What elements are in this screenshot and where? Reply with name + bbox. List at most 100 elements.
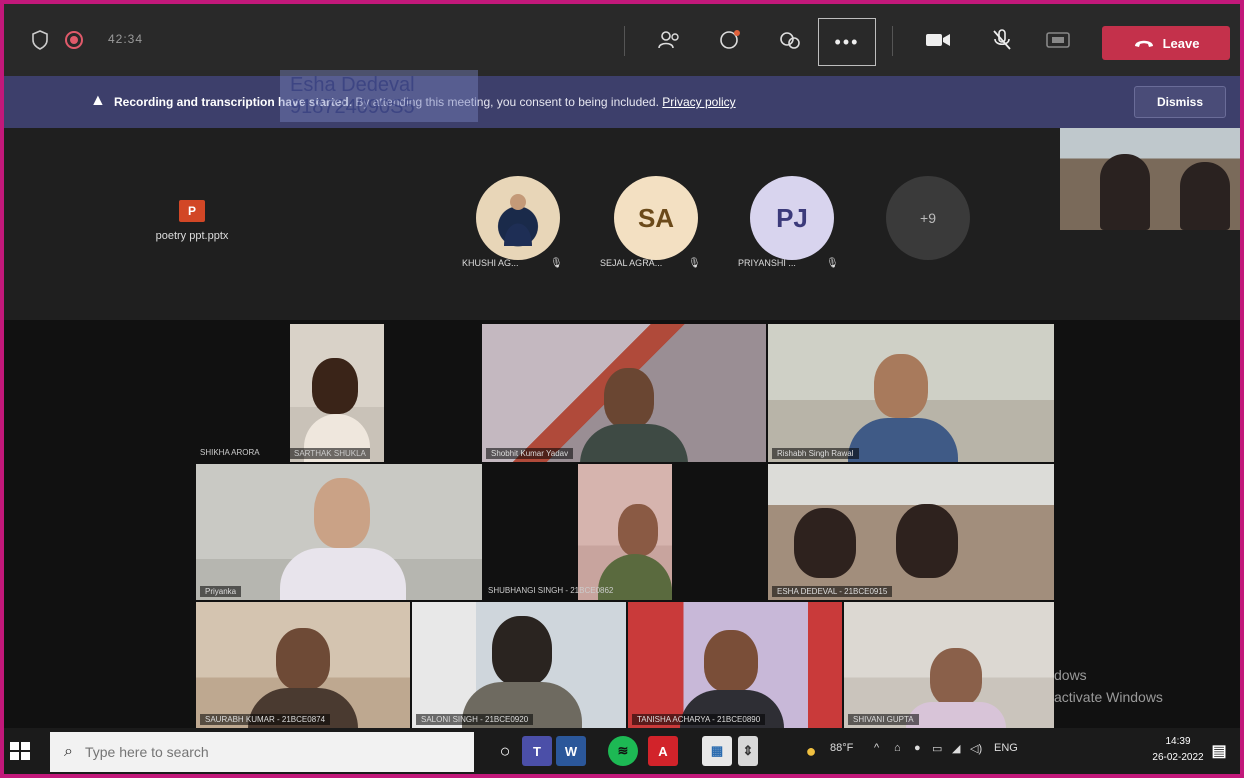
windows-start-icon[interactable] [10, 742, 30, 760]
video-tile[interactable] [290, 324, 384, 462]
battery-icon[interactable]: ▭ [932, 742, 942, 755]
warning-icon: ▲ [90, 92, 106, 109]
participant-figure [906, 702, 1006, 728]
video-tile[interactable]: TANISHA ACHARYA - 21BCE0890 [628, 602, 842, 728]
video-tile[interactable]: ESHA DEDEVAL - 21BCE0915 [768, 464, 1054, 600]
watermark-line-1: Esha Dedeval [290, 74, 415, 96]
toolbar-divider [624, 26, 625, 56]
video-tile[interactable]: Shobhit Kumar Yadav [482, 324, 766, 462]
powerpoint-icon: P [179, 200, 205, 222]
participant-name: PRIYANSHI ... [738, 258, 796, 268]
tile-name-label: Priyanka [200, 586, 242, 597]
scroll-arrows-icon[interactable]: ⇕ [738, 736, 758, 766]
watermark-line-1: dows [1054, 667, 1087, 683]
participant-figure [314, 478, 370, 548]
cortana-icon[interactable]: ○ [490, 736, 520, 766]
participant-figure [848, 418, 958, 462]
participant-avatar[interactable]: SA [614, 176, 698, 260]
participant-name: KHUSHI AG... [462, 258, 519, 268]
mic-muted-icon: 🎙 [550, 258, 563, 269]
tile-name-label: SAURABH KUMAR - 21BCE0874 [200, 714, 331, 725]
video-tile[interactable]: Rishabh Singh Rawal [768, 324, 1054, 462]
tile-name-label: SARTHAK SHUKLA [290, 448, 370, 459]
leave-label: Leave [1162, 35, 1200, 51]
language-indicator[interactable]: ENG [994, 742, 1018, 754]
microphone-icon[interactable]: ● [914, 742, 921, 754]
tile-name-label: SHUBHANGI SINGH - 21BCE0862 [488, 586, 614, 595]
activate-windows-watermark: dows activate Windows [1054, 664, 1163, 708]
watermark-line-2: activate Windows [1054, 689, 1163, 705]
shared-file[interactable]: P poetry ppt.pptx [132, 200, 252, 242]
people-icon[interactable] [656, 26, 684, 54]
self-video-preview[interactable] [1060, 128, 1240, 230]
mic-muted-icon[interactable] [988, 26, 1016, 54]
participant-avatar[interactable]: PJ [750, 176, 834, 260]
search-icon: ⌕ [64, 743, 73, 760]
chat-icon[interactable] [716, 26, 744, 54]
shield-icon[interactable] [26, 26, 54, 54]
volume-icon[interactable]: ◁) [970, 742, 982, 755]
share-screen-icon[interactable] [1044, 26, 1072, 54]
windows-taskbar: ⌕ ○ T W ≋ A ▦ ⇕ ● 88°F ^ ⌂ ● ▭ ◢ ◁) ENG … [4, 728, 1240, 774]
spotify-icon[interactable]: ≋ [608, 736, 638, 766]
more-actions-button[interactable]: ••• [818, 18, 876, 66]
recording-banner: ▲ Recording and transcription have start… [4, 70, 1240, 128]
name-watermark-overlay: Esha Dedeval 918724090S5 [280, 70, 478, 122]
video-tile[interactable]: Priyanka [196, 464, 482, 600]
clock-date: 26-02-2022 [1152, 752, 1204, 763]
whiteboard-icon[interactable]: ▦ [702, 736, 732, 766]
participant-figure [604, 368, 654, 428]
network-icon[interactable]: ⌂ [894, 742, 901, 754]
wifi-icon[interactable]: ◢ [952, 742, 960, 755]
participant-figure [618, 504, 658, 556]
privacy-policy-link[interactable]: Privacy policy [662, 95, 735, 109]
tile-name-label: ESHA DEDEVAL - 21BCE0915 [772, 586, 893, 597]
shared-file-name: poetry ppt.pptx [155, 230, 229, 242]
teams-app-icon[interactable]: T [522, 736, 552, 766]
meeting-timer: 42:34 [108, 32, 144, 46]
more-participants-button[interactable]: +9 [886, 176, 970, 260]
participant-figure [896, 504, 958, 578]
leave-button[interactable]: Leave [1102, 26, 1230, 60]
participant-avatar[interactable] [476, 176, 560, 260]
participant-figure [1100, 154, 1150, 230]
participant-figure [794, 508, 856, 578]
chevron-up-icon[interactable]: ^ [874, 742, 879, 754]
tile-name-label: SHIVANI GUPTA [848, 714, 919, 725]
video-tile[interactable]: SAURABH KUMAR - 21BCE0874 [196, 602, 410, 728]
participant-figure [1180, 162, 1230, 230]
tile-name-label: TANISHA ACHARYA - 21BCE0890 [632, 714, 766, 725]
participant-figure [492, 616, 552, 686]
camera-icon[interactable] [924, 26, 952, 54]
reactions-icon[interactable] [776, 26, 804, 54]
search-input[interactable] [82, 743, 387, 761]
recording-icon [60, 26, 88, 54]
taskbar-search[interactable]: ⌕ [50, 732, 474, 772]
watermark-line-2: 918724090S5 [290, 96, 415, 118]
participant-figure [280, 548, 406, 600]
taskbar-clock[interactable]: 14:39 26-02-2022 [1148, 734, 1208, 766]
participant-figure [704, 630, 758, 692]
participant-name: SEJAL AGRA... [600, 258, 663, 268]
weather-icon: ● [805, 740, 817, 761]
tile-name-label: SHIKHA ARORA [200, 448, 260, 457]
weather-temp: 88°F [830, 742, 854, 754]
hang-up-icon [1134, 40, 1153, 47]
notifications-icon[interactable]: ▤ [1204, 736, 1234, 766]
teams-meeting-window: 42:34 ••• Leave ▲ Recording and transcri… [4, 4, 1240, 774]
tile-name-label: Shobhit Kumar Yadav [486, 448, 574, 459]
mic-muted-icon: 🎙 [688, 258, 701, 269]
participant-figure [874, 354, 928, 418]
participant-figure [312, 358, 358, 414]
toolbar-divider [892, 26, 893, 56]
acrobat-icon[interactable]: A [648, 736, 678, 766]
participant-figure [930, 648, 982, 706]
participant-figure [276, 628, 330, 690]
dismiss-button[interactable]: Dismiss [1134, 86, 1226, 118]
word-app-icon[interactable]: W [556, 736, 586, 766]
video-tile[interactable] [578, 464, 672, 600]
shared-content-strip: P poetry ppt.pptx KHUSHI AG... 🎙 SA SEJA… [4, 128, 1240, 320]
video-tile[interactable]: SALONI SINGH - 21BCE0920 [412, 602, 626, 728]
tile-name-label: SALONI SINGH - 21BCE0920 [416, 714, 534, 725]
video-tile[interactable]: SHIVANI GUPTA [844, 602, 1054, 728]
